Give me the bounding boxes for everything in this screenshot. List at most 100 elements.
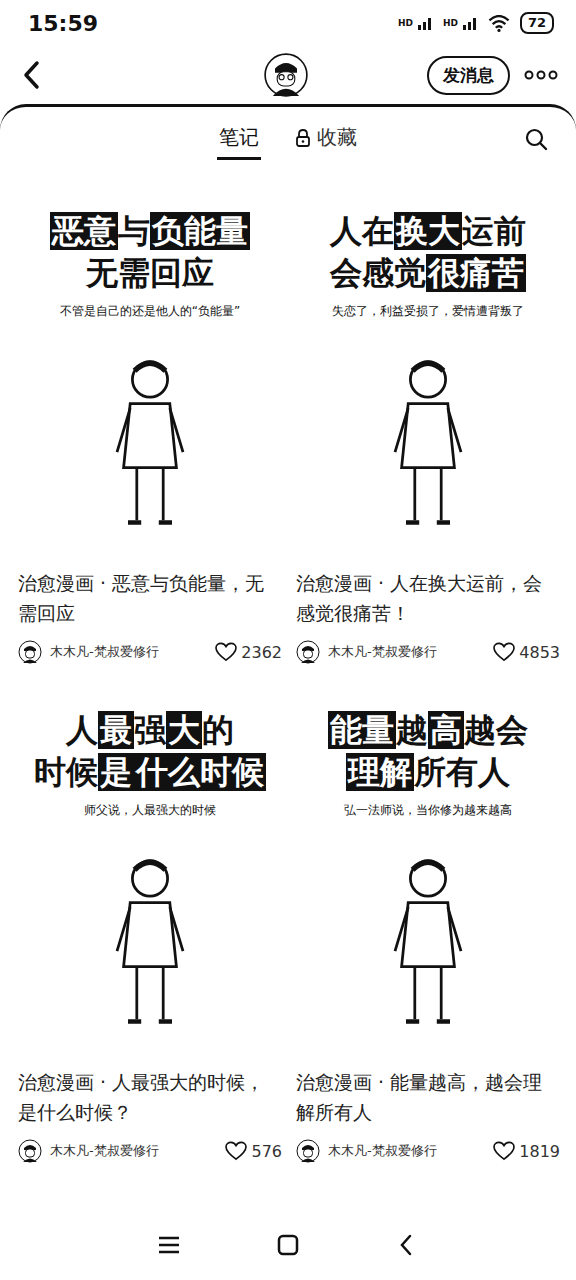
note-card[interactable]: 能量越高越会理解所有人弘一法师说，当你修为越来越高治愈漫画 · 能量越高，越会理…: [296, 692, 560, 1165]
back-arrow-icon[interactable]: [22, 60, 42, 90]
illustration-icon: [318, 829, 538, 1049]
note-cover: 恶意与负能量无需回应不管是自己的还是他人的“负能量”: [18, 193, 282, 558]
headline-segment: 人在: [330, 212, 394, 250]
headline-segment: 的: [202, 711, 234, 749]
headline-segment: 运前: [462, 212, 526, 250]
note-meta: 木木凡-梵叔爱修行 1819: [296, 1137, 560, 1165]
network-label: HD: [443, 18, 458, 28]
more-icon[interactable]: [524, 70, 558, 80]
headline-segment: 人: [66, 711, 98, 749]
author-name: 木木凡-梵叔爱修行: [328, 1142, 437, 1160]
home-icon[interactable]: [276, 1233, 300, 1257]
like-button[interactable]: 576: [225, 1141, 282, 1161]
note-card[interactable]: 人在换大运前会感觉很痛苦失恋了，利益受损了，爱情遭背叛了治愈漫画 · 人在换大运…: [296, 193, 560, 666]
note-card[interactable]: 恶意与负能量无需回应不管是自己的还是他人的“负能量”治愈漫画 · 恶意与负能量，…: [18, 193, 282, 666]
headline-segment: 理解: [346, 753, 414, 791]
tab[interactable]: 笔记: [217, 118, 261, 160]
status-bar: 15:59HDHD72: [0, 0, 576, 46]
headline-segment: 会感觉: [330, 254, 426, 292]
system-nav-bar: [0, 1210, 576, 1280]
illustration-icon: [318, 330, 538, 550]
cover-caption: 失恋了，利益受损了，爱情遭背叛了: [332, 303, 524, 320]
like-count: 4853: [519, 643, 560, 662]
lock-icon: [295, 128, 311, 148]
battery-indicator: 72: [520, 12, 554, 34]
headline-segment: 无需回应: [86, 254, 214, 292]
author-name: 木木凡-梵叔爱修行: [328, 643, 437, 661]
cover-caption: 弘一法师说，当你修为越来越高: [344, 802, 512, 819]
like-count: 2362: [241, 643, 282, 662]
heart-icon: [225, 1141, 247, 1161]
wifi-icon: [488, 15, 510, 32]
search-icon[interactable]: [524, 127, 548, 151]
headline-line: 时候是什么时候: [34, 752, 266, 792]
illustration-icon: [40, 829, 260, 1049]
note-author[interactable]: 木木凡-梵叔爱修行: [296, 1139, 437, 1163]
headline-segment: 所有人: [414, 753, 510, 791]
headline-line: 人最强大的: [66, 710, 234, 750]
note-cover: 人在换大运前会感觉很痛苦失恋了，利益受损了，爱情遭背叛了: [296, 193, 560, 558]
nav-bar: 发消息: [0, 46, 576, 104]
headline-segment: 是: [98, 753, 134, 791]
headline-segment: 高: [428, 711, 464, 749]
like-count: 1819: [519, 1142, 560, 1161]
headline-line: 能量越高越会: [328, 710, 528, 750]
headline-line: 理解所有人: [346, 752, 510, 792]
signal-icon: [417, 16, 433, 30]
headline-segment: 最: [98, 711, 134, 749]
content-panel: 笔记收藏恶意与负能量无需回应不管是自己的还是他人的“负能量”治愈漫画 · 恶意与…: [0, 104, 576, 1210]
headline-line: 人在换大运前: [330, 211, 526, 251]
status-icons: HDHD72: [398, 12, 554, 34]
status-time: 15:59: [28, 11, 98, 36]
note-title: 治愈漫画 · 人在换大运前，会感觉很痛苦！: [296, 568, 560, 628]
heart-icon: [493, 642, 515, 662]
note-title: 治愈漫画 · 恶意与负能量，无需回应: [18, 568, 282, 628]
cover-headline: 人在换大运前会感觉很痛苦: [330, 211, 526, 293]
tab-group: 笔记 收藏: [217, 118, 359, 160]
author-name: 木木凡-梵叔爱修行: [50, 643, 159, 661]
note-author[interactable]: 木木凡-梵叔爱修行: [18, 1139, 159, 1163]
tab-bar: 笔记 收藏: [0, 107, 576, 171]
cover-caption: 不管是自己的还是他人的“负能量”: [60, 303, 240, 320]
profile-page: 15:59HDHD72发消息笔记收藏恶意与负能量无需回应不管是自己的还是他人的“…: [0, 0, 576, 1280]
headline-segment: 恶意: [50, 212, 118, 250]
author-name: 木木凡-梵叔爱修行: [50, 1142, 159, 1160]
cover-headline: 能量越高越会理解所有人: [328, 710, 528, 792]
author-avatar-icon: [18, 1139, 42, 1163]
tab-label: 笔记: [219, 124, 259, 151]
headline-line: 会感觉很痛苦: [330, 253, 526, 293]
note-meta: 木木凡-梵叔爱修行 4853: [296, 638, 560, 666]
headline-segment: 很痛苦: [426, 254, 526, 292]
signal-icon: [462, 16, 478, 30]
illustration-icon: [40, 330, 260, 550]
note-card[interactable]: 人最强大的时候是什么时候师父说，人最强大的时候治愈漫画 · 人最强大的时候，是什…: [18, 692, 282, 1165]
headline-line: 无需回应: [86, 253, 214, 293]
like-button[interactable]: 4853: [493, 642, 560, 662]
menu-icon[interactable]: [157, 1233, 181, 1257]
author-avatar-icon: [296, 1139, 320, 1163]
headline-segment: 能量: [328, 711, 396, 749]
note-author[interactable]: 木木凡-梵叔爱修行: [18, 640, 159, 664]
headline-segment: 大: [166, 711, 202, 749]
note-meta: 木木凡-梵叔爱修行 576: [18, 1137, 282, 1165]
tab-label: 收藏: [317, 124, 357, 151]
note-meta: 木木凡-梵叔爱修行 2362: [18, 638, 282, 666]
headline-segment: 什么时候: [134, 753, 266, 791]
profile-avatar-icon[interactable]: [264, 53, 308, 97]
message-button[interactable]: 发消息: [427, 56, 510, 95]
note-author[interactable]: 木木凡-梵叔爱修行: [296, 640, 437, 664]
heart-icon: [215, 642, 237, 662]
author-avatar-icon: [18, 640, 42, 664]
like-button[interactable]: 2362: [215, 642, 282, 662]
back-icon[interactable]: [395, 1233, 419, 1257]
headline-segment: 时候: [34, 753, 98, 791]
note-title: 治愈漫画 · 人最强大的时候，是什么时候？: [18, 1067, 282, 1127]
notes-grid: 恶意与负能量无需回应不管是自己的还是他人的“负能量”治愈漫画 · 恶意与负能量，…: [0, 171, 576, 1210]
note-cover: 能量越高越会理解所有人弘一法师说，当你修为越来越高: [296, 692, 560, 1057]
cover-headline: 人最强大的时候是什么时候: [34, 710, 266, 792]
like-button[interactable]: 1819: [493, 1141, 560, 1161]
nav-actions: 发消息: [427, 56, 558, 95]
headline-segment: 负能量: [150, 212, 250, 250]
tab[interactable]: 收藏: [293, 118, 359, 160]
headline-segment: 强: [134, 711, 166, 749]
